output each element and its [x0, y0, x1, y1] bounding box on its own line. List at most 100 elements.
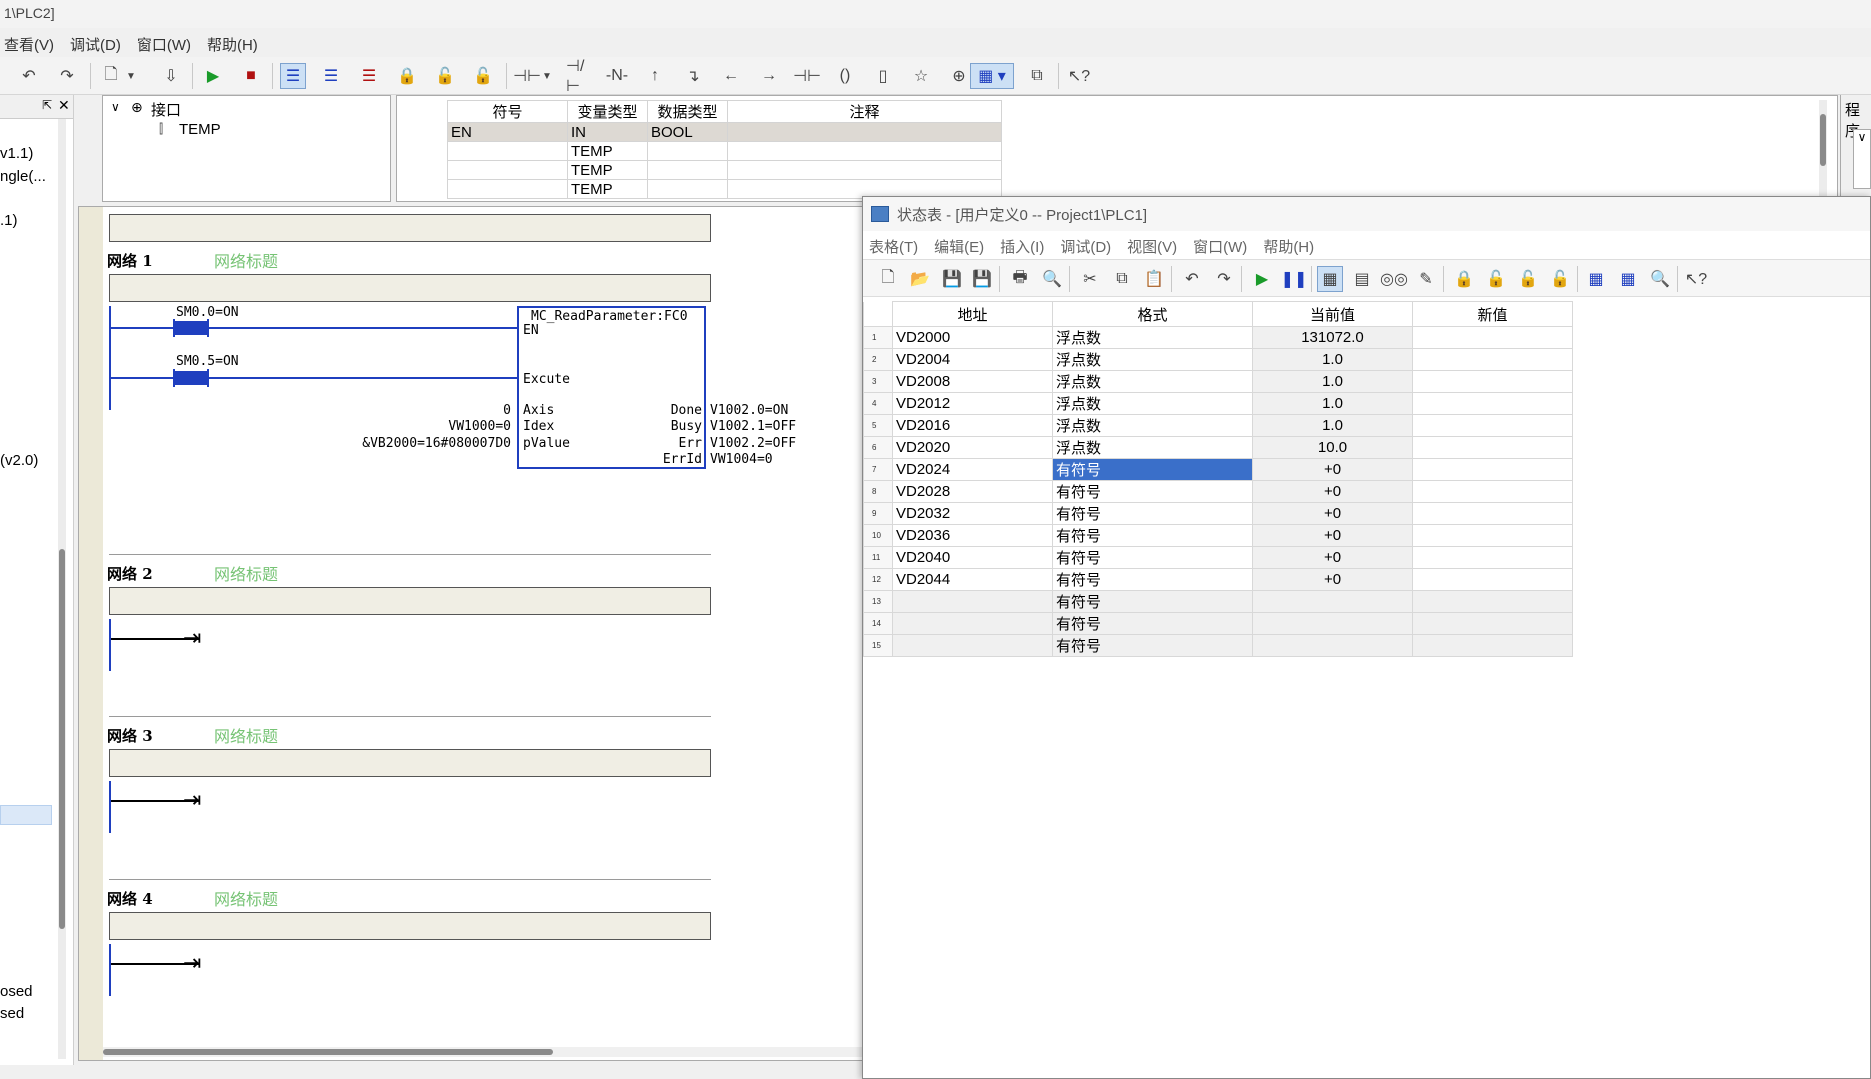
branch-up-icon[interactable]: ↑: [642, 63, 668, 89]
cell-data-type[interactable]: [647, 179, 728, 199]
redo-icon[interactable]: ↷: [1211, 266, 1237, 292]
cell-address[interactable]: VD2016: [892, 414, 1053, 437]
open-icon[interactable]: 📂: [907, 266, 933, 292]
cell-format[interactable]: 有符号: [1052, 568, 1253, 591]
cell-address[interactable]: VD2008: [892, 370, 1053, 393]
function-block[interactable]: MC_ReadParameter:FC0 EN Excute Axis Idex…: [517, 306, 706, 469]
cell-current-value[interactable]: +0: [1252, 568, 1413, 591]
box-icon[interactable]: ▯: [870, 63, 896, 89]
cell-data-type[interactable]: BOOL: [647, 122, 728, 142]
cell-current-value[interactable]: 1.0: [1252, 370, 1413, 393]
lock-icon[interactable]: 🔒: [394, 63, 420, 89]
grid-view-icon[interactable]: ▦ ▾: [970, 63, 1014, 89]
menu-debug[interactable]: 调试(D): [1060, 236, 1111, 256]
line-right-icon[interactable]: →: [756, 63, 782, 89]
coil-icon[interactable]: (): [832, 63, 858, 89]
cell-current-value[interactable]: 131072.0: [1252, 326, 1413, 349]
cell-address[interactable]: VD2012: [892, 392, 1053, 415]
table-row[interactable]: TEMP: [447, 141, 1002, 161]
search-icon[interactable]: 🔍: [1647, 266, 1673, 292]
cell-current-value[interactable]: [1252, 612, 1413, 635]
contact-sm0-0[interactable]: [175, 321, 207, 335]
tree-item[interactable]: ngle(...: [0, 168, 46, 185]
cell-format[interactable]: 有符号: [1052, 612, 1253, 635]
table-row[interactable]: 2 VD2004 浮点数 1.0: [863, 348, 1573, 371]
tree-item[interactable]: sed: [0, 1005, 24, 1022]
left-scrollbar[interactable]: [58, 119, 66, 1059]
contact-insert-icon[interactable]: ⊣⊢: [513, 63, 541, 89]
copy-icon[interactable]: ⧉: [1109, 266, 1135, 292]
cell-symbol[interactable]: [447, 141, 568, 161]
editor-hscrollbar[interactable]: [103, 1047, 873, 1057]
cell-format[interactable]: 有符号: [1052, 590, 1253, 613]
network-2-comment[interactable]: [109, 587, 711, 615]
cell-symbol[interactable]: [447, 179, 568, 199]
cell-address[interactable]: VD2028: [892, 480, 1053, 503]
read-forced-icon[interactable]: 🔓: [1547, 266, 1573, 292]
unforce-all-icon[interactable]: 🔓: [1515, 266, 1541, 292]
cell-new-value[interactable]: [1412, 348, 1573, 371]
cell-current-value[interactable]: [1252, 634, 1413, 657]
window-icon[interactable]: ⧉: [1024, 63, 1050, 89]
cell-new-value[interactable]: [1412, 392, 1573, 415]
cell-format[interactable]: 浮点数: [1052, 414, 1253, 437]
table-row[interactable]: EN IN BOOL: [447, 122, 1002, 142]
cell-new-value[interactable]: [1412, 414, 1573, 437]
table-row[interactable]: TEMP: [447, 160, 1002, 180]
menu-view[interactable]: 视图(V): [1127, 236, 1177, 256]
cell-var-type[interactable]: TEMP: [567, 179, 648, 199]
menu-window[interactable]: 窗口(W): [1193, 236, 1247, 256]
chevron-down-icon[interactable]: ∨: [1853, 129, 1871, 189]
cell-current-value[interactable]: +0: [1252, 524, 1413, 547]
table-row[interactable]: 4 VD2012 浮点数 1.0: [863, 392, 1573, 415]
tree-item[interactable]: osed: [0, 983, 33, 1000]
stop-icon[interactable]: ■: [238, 63, 264, 89]
menu-table[interactable]: 表格(T): [869, 236, 918, 256]
cell-format[interactable]: 有符号: [1052, 480, 1253, 503]
cell-var-type[interactable]: IN: [567, 122, 648, 142]
cell-new-value[interactable]: [1412, 568, 1573, 591]
table-row[interactable]: 8 VD2028 有符号 +0: [863, 480, 1573, 503]
cell-current-value[interactable]: 1.0: [1252, 348, 1413, 371]
cell-comment[interactable]: [727, 122, 1002, 142]
contact-icon[interactable]: ⊣⊢: [793, 63, 821, 89]
menu-debug[interactable]: 调试(D): [70, 34, 121, 54]
table2-icon[interactable]: ▦: [1615, 266, 1641, 292]
download-icon[interactable]: ⇩: [158, 63, 184, 89]
cell-address[interactable]: VD2040: [892, 546, 1053, 569]
table-row[interactable]: 3 VD2008 浮点数 1.0: [863, 370, 1573, 393]
undo-icon[interactable]: ↶: [16, 63, 42, 89]
cell-data-type[interactable]: [647, 141, 728, 161]
cell-format[interactable]: 有符号: [1052, 546, 1253, 569]
network-1-title[interactable]: 网络标题: [214, 248, 278, 272]
cell-data-type[interactable]: [647, 160, 728, 180]
cell-new-value[interactable]: [1412, 326, 1573, 349]
cell-address[interactable]: VD2004: [892, 348, 1053, 371]
cell-new-value[interactable]: [1412, 502, 1573, 525]
cell-new-value[interactable]: [1412, 590, 1573, 613]
cell-var-type[interactable]: TEMP: [567, 141, 648, 161]
dropdown-arrow-icon[interactable]: ▼: [540, 63, 554, 89]
cell-address[interactable]: VD2044: [892, 568, 1053, 591]
menu-window[interactable]: 窗口(W): [137, 34, 191, 54]
network-1-comment[interactable]: [109, 274, 711, 302]
cut-icon[interactable]: ✂: [1077, 266, 1103, 292]
program-status-icon[interactable]: ☰: [280, 63, 306, 89]
network-2-title[interactable]: 网络标题: [214, 561, 278, 585]
cell-comment[interactable]: [727, 160, 1002, 180]
zoom-icon[interactable]: ⊕: [946, 63, 972, 89]
undo-icon[interactable]: ↶: [1179, 266, 1205, 292]
network-4-title[interactable]: 网络标题: [214, 886, 278, 910]
cell-new-value[interactable]: [1412, 524, 1573, 547]
var-table-scrollbar[interactable]: [1819, 100, 1827, 198]
pin-icon[interactable]: ⇱: [42, 98, 52, 112]
table-row[interactable]: 5 VD2016 浮点数 1.0: [863, 414, 1573, 437]
cell-current-value[interactable]: [1252, 590, 1413, 613]
chart-status-icon[interactable]: ▦: [1317, 266, 1343, 292]
cell-current-value[interactable]: +0: [1252, 546, 1413, 569]
cell-format[interactable]: 有符号: [1052, 458, 1253, 481]
network-4-comment[interactable]: [109, 912, 711, 940]
menu-insert[interactable]: 插入(I): [1000, 236, 1044, 256]
menu-help[interactable]: 帮助(H): [1263, 236, 1314, 256]
trend-icon[interactable]: ▤: [1349, 266, 1375, 292]
